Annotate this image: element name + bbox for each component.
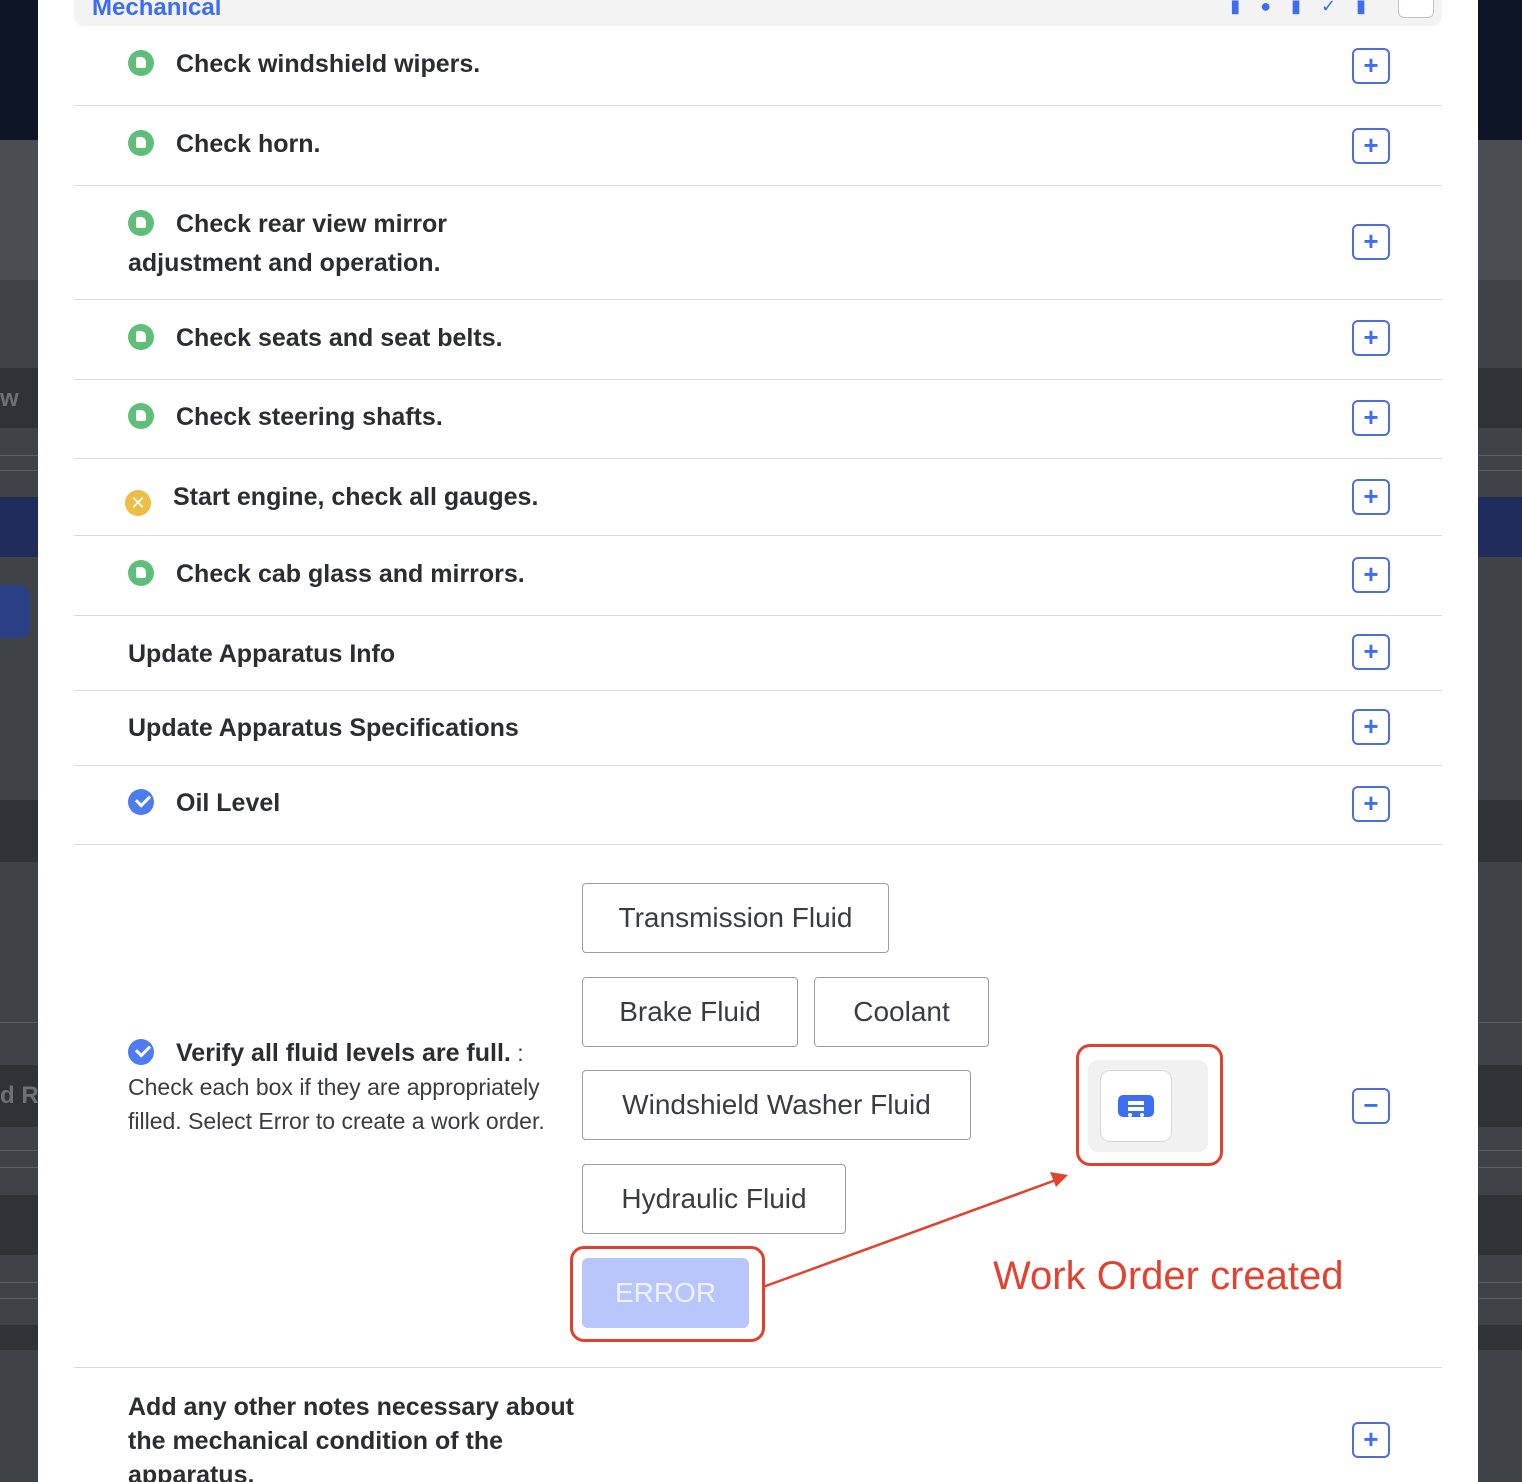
inspection-modal: Mechanical ▮●▮✓▮ Check windshield wipers…	[38, 0, 1478, 1482]
background-button	[0, 585, 30, 638]
expand-button[interactable]: +	[1352, 1422, 1390, 1458]
background-text: d R	[0, 1082, 39, 1109]
annotation-text: Work Order created	[993, 1254, 1344, 1298]
background-text: w	[0, 385, 19, 412]
notes-label: Add any other notes necessary about the …	[128, 1393, 574, 1482]
